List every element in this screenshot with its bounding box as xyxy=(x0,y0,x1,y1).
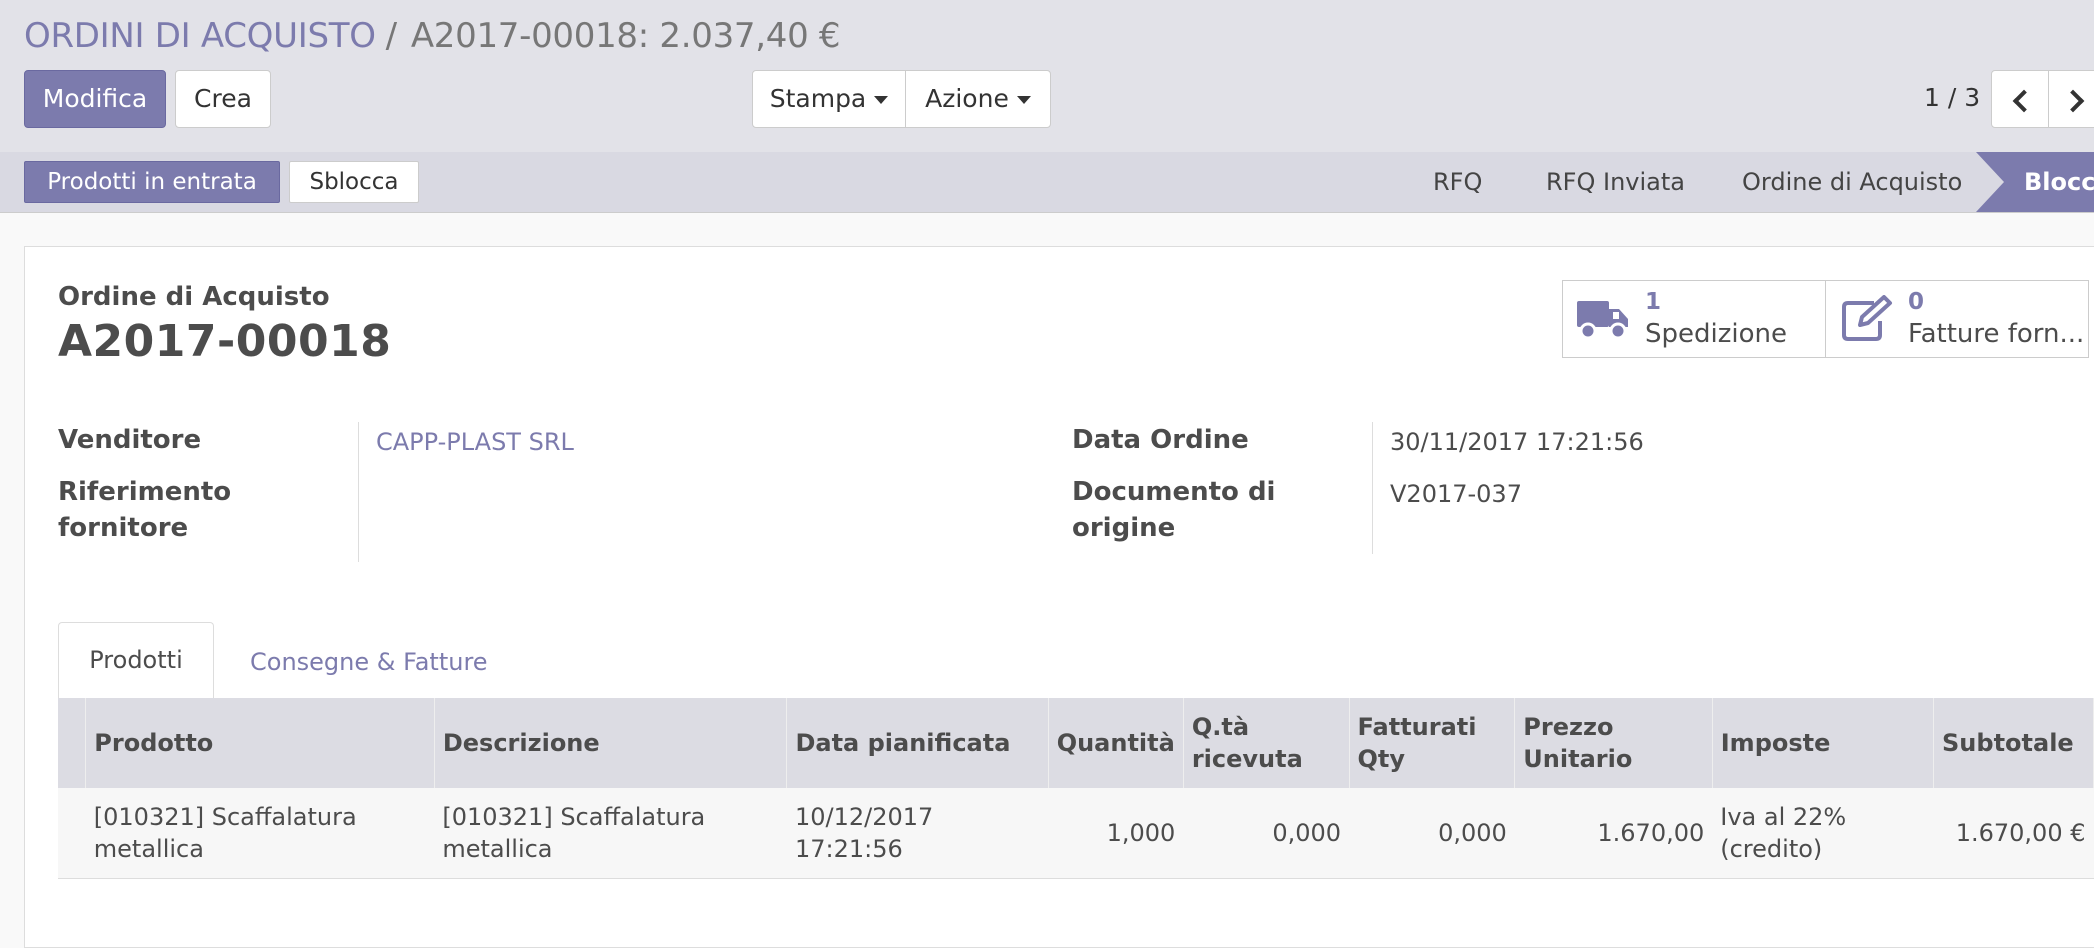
field-divider xyxy=(1372,422,1373,554)
order-lines-table: Prodotto Descrizione Data pianificata Qu… xyxy=(58,698,2094,879)
order-date-label: Data Ordine xyxy=(1072,425,1249,455)
caret-down-icon xyxy=(1016,96,1031,104)
cell-quantity: 1,000 xyxy=(1048,788,1184,879)
stage-locked-active[interactable]: Blocca xyxy=(1976,152,2094,212)
action-label: Azione xyxy=(925,84,1009,113)
column-header-unit-price[interactable]: Prezzo Unitario xyxy=(1514,698,1713,788)
edit-icon xyxy=(1842,295,1892,341)
source-document-label: Documento di origine xyxy=(1072,477,1276,543)
breadcrumb-parent-link[interactable]: ORDINI DI ACQUISTO xyxy=(24,16,376,56)
chevron-left-icon xyxy=(2012,89,2036,113)
field-divider xyxy=(358,422,359,562)
caret-down-icon xyxy=(874,96,889,104)
stage-rfq[interactable]: RFQ xyxy=(1433,168,1482,196)
shipment-smart-button[interactable]: 1 Spedizione xyxy=(1562,280,1826,358)
chevron-right-icon xyxy=(2061,89,2085,113)
column-header-received-qty[interactable]: Q.tà ricevuta xyxy=(1183,698,1350,788)
column-header-subtotal[interactable]: Subtotale xyxy=(1933,698,2094,788)
print-label: Stampa xyxy=(769,84,867,113)
unlock-button[interactable]: Sblocca xyxy=(289,161,419,203)
column-header-product[interactable]: Prodotto xyxy=(85,698,435,788)
cell-invoiced-qty: 0,000 xyxy=(1349,788,1515,879)
statusbar: Prodotti in entrata Sblocca RFQ RFQ Invi… xyxy=(0,152,2094,213)
pager-value: 1 / 3 xyxy=(1924,83,1981,112)
breadcrumb-separator: / xyxy=(385,16,397,56)
vendor-label: Venditore xyxy=(58,425,202,455)
cell-subtotal: 1.670,00 € xyxy=(1933,788,2094,879)
column-header-scheduled-date[interactable]: Data pianificata xyxy=(786,698,1049,788)
tab-deliveries-invoices[interactable]: Consegne & Fatture xyxy=(250,648,488,676)
document-number: A2017-00018 xyxy=(58,316,392,367)
cell-product: [010321] Scaffalatura metallica xyxy=(85,788,435,879)
table-header-row: Prodotto Descrizione Data pianificata Qu… xyxy=(58,698,2094,788)
action-dropdown[interactable]: Azione xyxy=(905,70,1051,128)
stage-locked-label: Blocca xyxy=(2024,168,2094,196)
document-type: Ordine di Acquisto xyxy=(58,282,330,312)
vendor-bills-label: Fatture forn... xyxy=(1908,319,2085,349)
print-dropdown[interactable]: Stampa xyxy=(752,70,906,128)
vendor-bills-count: 0 xyxy=(1908,289,1925,315)
order-date-value: 30/11/2017 17:21:56 xyxy=(1390,428,1644,456)
pager-previous-button[interactable] xyxy=(1991,70,2049,128)
stage-rfq-sent[interactable]: RFQ Inviata xyxy=(1546,168,1685,196)
incoming-products-button[interactable]: Prodotti in entrata xyxy=(24,161,280,203)
vendor-bills-smart-button[interactable]: 0 Fatture forn... xyxy=(1825,280,2089,358)
breadcrumb-current: A2017-00018: 2.037,40 € xyxy=(410,16,841,56)
truck-icon xyxy=(1577,301,1628,340)
column-header-invoiced-qty[interactable]: Fatturati Qty xyxy=(1349,698,1516,788)
stage-purchase-order[interactable]: Ordine di Acquisto xyxy=(1742,168,1962,196)
cell-description: [010321] Scaffalatura metallica xyxy=(434,788,787,879)
handle-column xyxy=(58,698,87,788)
cell-taxes: Iva al 22% (credito) xyxy=(1712,788,1934,879)
row-handle xyxy=(58,788,86,879)
column-header-description[interactable]: Descrizione xyxy=(434,698,788,788)
breadcrumb: ORDINI DI ACQUISTO / A2017-00018: 2.037,40… xyxy=(24,16,841,56)
vendor-link[interactable]: CAPP-PLAST SRL xyxy=(376,428,574,456)
vendor-reference-label: Riferimento fornitore xyxy=(58,477,232,543)
cell-unit-price: 1.670,00 xyxy=(1514,788,1713,879)
edit-button[interactable]: Modifica xyxy=(24,70,166,128)
shipment-count: 1 xyxy=(1645,289,1662,315)
tab-products[interactable]: Prodotti xyxy=(58,622,214,698)
cell-received-qty: 0,000 xyxy=(1183,788,1350,879)
pager-next-button[interactable] xyxy=(2048,70,2094,128)
table-row[interactable]: [010321] Scaffalatura metallica [010321] … xyxy=(58,788,2094,879)
create-button[interactable]: Crea xyxy=(175,70,271,128)
column-header-taxes[interactable]: Imposte xyxy=(1712,698,1935,788)
source-document-value: V2017-037 xyxy=(1390,480,1522,508)
cell-scheduled-date: 10/12/2017 17:21:56 xyxy=(786,788,1049,879)
control-panel: ORDINI DI ACQUISTO / A2017-00018: 2.037,40… xyxy=(0,0,2094,152)
shipment-label: Spedizione xyxy=(1645,319,1787,349)
column-header-quantity[interactable]: Quantità xyxy=(1048,698,1184,788)
